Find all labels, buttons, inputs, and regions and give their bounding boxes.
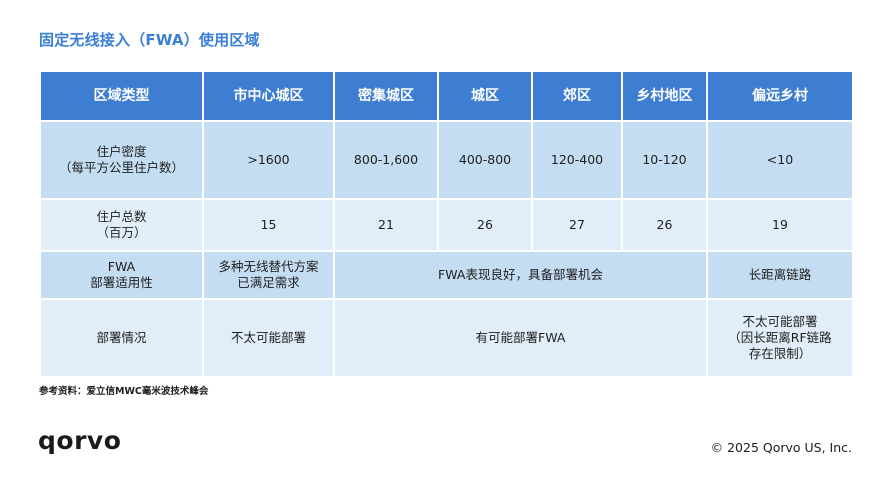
page-title: 固定无线接入（FWA）使用区域: [39, 31, 260, 49]
table-cell: <10: [706, 120, 854, 200]
table-header-row: 区域类型 市中心城区 密集城区 城区 郊区 乡村地区 偏远乡村: [39, 70, 854, 122]
table-cell-merged: FWA表现良好，具备部署机会: [333, 250, 708, 300]
table-cell: 120-400: [531, 120, 623, 200]
table-cell: 多种无线替代方案 已满足需求: [202, 250, 335, 300]
row-label-suitability: FWA 部署适用性: [39, 250, 204, 300]
source-note: 参考资料：爱立信MWC毫米波技术峰会: [39, 386, 209, 397]
header-cell-rural: 乡村地区: [621, 70, 708, 122]
row-label-households: 住户总数 （百万）: [39, 198, 204, 252]
qorvo-logo: qorvo: [38, 426, 122, 455]
header-cell-urban: 城区: [437, 70, 533, 122]
table-cell: 26: [621, 198, 708, 252]
row-label-deployment: 部署情况: [39, 298, 204, 378]
table-cell: 800-1,600: [333, 120, 439, 200]
table-row-density: 住户密度 （每平方公里住户数） >1600 800-1,600 400-800 …: [39, 120, 854, 200]
row-label-density: 住户密度 （每平方公里住户数）: [39, 120, 204, 200]
header-cell-dense-urban: 密集城区: [333, 70, 439, 122]
table-cell: 26: [437, 198, 533, 252]
table-cell: 15: [202, 198, 335, 252]
table-cell: >1600: [202, 120, 335, 200]
table-row-households: 住户总数 （百万） 15 21 26 27 26 19: [39, 198, 854, 252]
table-cell: 400-800: [437, 120, 533, 200]
copyright-text: © 2025 Qorvo US, Inc.: [710, 440, 852, 455]
table-cell: 10-120: [621, 120, 708, 200]
table-cell-merged: 有可能部署FWA: [333, 298, 708, 378]
header-cell-remote-rural: 偏远乡村: [706, 70, 854, 122]
table-row-suitability: FWA 部署适用性 多种无线替代方案 已满足需求 FWA表现良好，具备部署机会 …: [39, 250, 854, 300]
header-cell-suburban: 郊区: [531, 70, 623, 122]
header-cell-downtown: 市中心城区: [202, 70, 335, 122]
table-row-deployment: 部署情况 不太可能部署 有可能部署FWA 不太可能部署 （因长距离RF链路 存在…: [39, 298, 854, 378]
table-cell: 不太可能部署 （因长距离RF链路 存在限制）: [706, 298, 854, 378]
table-cell: 不太可能部署: [202, 298, 335, 378]
fwa-usage-table: 区域类型 市中心城区 密集城区 城区 郊区 乡村地区 偏远乡村 住户密度 （每平…: [39, 70, 854, 378]
table-cell: 21: [333, 198, 439, 252]
header-cell-area-type: 区域类型: [39, 70, 204, 122]
table-cell: 19: [706, 198, 854, 252]
table-cell: 长距离链路: [706, 250, 854, 300]
table-cell: 27: [531, 198, 623, 252]
